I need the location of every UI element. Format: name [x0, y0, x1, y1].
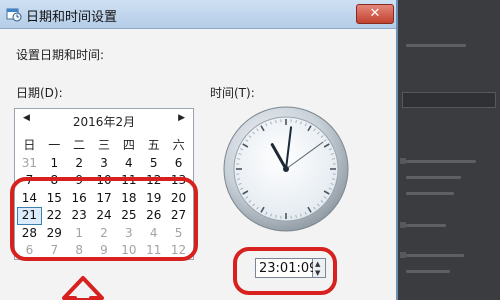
title-bar[interactable]: 日期和时间设置 ✕ [0, 0, 396, 29]
instruction-text: 设置日期和时间: [16, 48, 105, 62]
weekday-header: 六 [172, 138, 185, 152]
background-line [406, 270, 450, 273]
background-line [406, 160, 476, 163]
time-annotation-outline [233, 247, 337, 295]
calendar-day[interactable]: 2 [67, 155, 92, 173]
up-arrow-icon [62, 276, 104, 300]
calendar-day[interactable]: 5 [141, 155, 166, 173]
weekday-header: 一 [48, 138, 61, 152]
calendar-day[interactable]: 3 [92, 155, 117, 173]
calendar-annotation-outline [10, 177, 198, 261]
calendar-clock-icon [6, 8, 22, 22]
background-line [406, 44, 466, 47]
calendar-day[interactable]: 1 [42, 155, 67, 173]
background-window [396, 0, 500, 300]
calendar-day-other-month[interactable]: 31 [17, 155, 42, 173]
weekday-header: 三 [97, 138, 110, 152]
time-label: 时间(T): [210, 86, 255, 100]
background-line [406, 254, 464, 257]
weekday-header: 五 [147, 138, 160, 152]
chevron-right-icon[interactable]: ▶ [178, 113, 185, 123]
close-icon: ✕ [369, 6, 381, 21]
clock-center [283, 166, 289, 172]
weekday-header: 四 [122, 138, 135, 152]
close-button[interactable]: ✕ [356, 4, 394, 24]
date-label: 日期(D): [16, 86, 63, 100]
analog-clock [223, 106, 349, 232]
calendar-month-title[interactable]: 2016年2月 [15, 113, 193, 130]
weekday-header: 二 [73, 138, 86, 152]
background-line [406, 224, 446, 227]
calendar-day[interactable]: 6 [166, 155, 191, 173]
background-line [406, 192, 454, 195]
window-title: 日期和时间设置 [26, 10, 118, 25]
weekday-header: 日 [23, 138, 36, 152]
background-line [406, 176, 461, 179]
calendar-day[interactable]: 4 [116, 155, 141, 173]
background-search-box [402, 92, 496, 108]
